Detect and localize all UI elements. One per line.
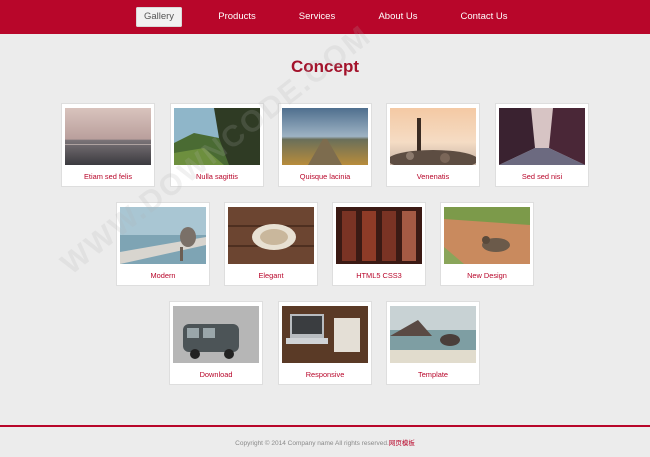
gallery-thumbnail [444,207,530,264]
gallery-card-nulla-sagittis[interactable]: Nulla sagittis [170,103,264,187]
gallery-thumbnail [499,108,585,165]
gallery-thumbnail [336,207,422,264]
nav-item-about-us[interactable]: About Us [370,7,426,27]
gallery-thumbnail [228,207,314,264]
gallery-card-new-design[interactable]: New Design [440,202,534,286]
gallery-card-download[interactable]: Download [169,301,263,385]
gallery-card-etiam-sed-felis[interactable]: Etiam sed felis [61,103,155,187]
gallery-card-responsive[interactable]: Responsive [278,301,372,385]
gallery-thumbnail [282,108,368,165]
gallery-caption: Sed sed nisi [521,172,563,181]
gallery-caption: Venenatis [416,172,450,181]
gallery-caption: Quisque lacinia [299,172,351,181]
footer-divider [0,425,650,427]
gallery-thumbnail [282,306,368,363]
gallery-caption: Etiam sed felis [83,172,133,181]
gallery-card-elegant[interactable]: Elegant [224,202,318,286]
gallery-caption: Elegant [258,271,284,280]
gallery-card-venenatis[interactable]: Venenatis [386,103,480,187]
nav-item-services[interactable]: Services [290,7,344,27]
gallery-thumbnail [390,306,476,363]
gallery-card-template[interactable]: Template [386,301,480,385]
gallery-caption: New Design [467,271,507,280]
gallery-card-sed-sed-nisi[interactable]: Sed sed nisi [495,103,589,187]
gallery-caption: HTML5 CSS3 [356,271,402,280]
footer-copyright: Copyright © 2014 Company name All rights… [235,440,389,447]
gallery-caption: Nulla sagittis [196,172,238,181]
gallery-caption: Template [418,370,448,379]
gallery-card-quisque-lacinia[interactable]: Quisque lacinia [278,103,372,187]
nav-item-products[interactable]: Products [208,7,266,27]
gallery-thumbnail [173,306,259,363]
gallery-thumbnail [174,108,260,165]
footer-link[interactable]: 网页模板 [389,440,415,447]
gallery-caption: Download [199,370,233,379]
gallery-thumbnail [120,207,206,264]
page-title: Concept [291,57,359,76]
gallery-card-modern[interactable]: Modern [116,202,210,286]
top-nav-bar: Gallery Products Services About Us Conta… [0,0,650,34]
gallery-caption: Modern [150,271,176,280]
gallery-card-html5-css3[interactable]: HTML5 CSS3 [332,202,426,286]
nav-item-gallery[interactable]: Gallery [136,7,182,27]
footer: Copyright © 2014 Company name All rights… [0,437,650,447]
gallery-thumbnail [390,108,476,165]
nav-item-contact-us[interactable]: Contact Us [452,7,516,27]
gallery-thumbnail [65,108,151,165]
gallery-caption: Responsive [305,370,345,379]
